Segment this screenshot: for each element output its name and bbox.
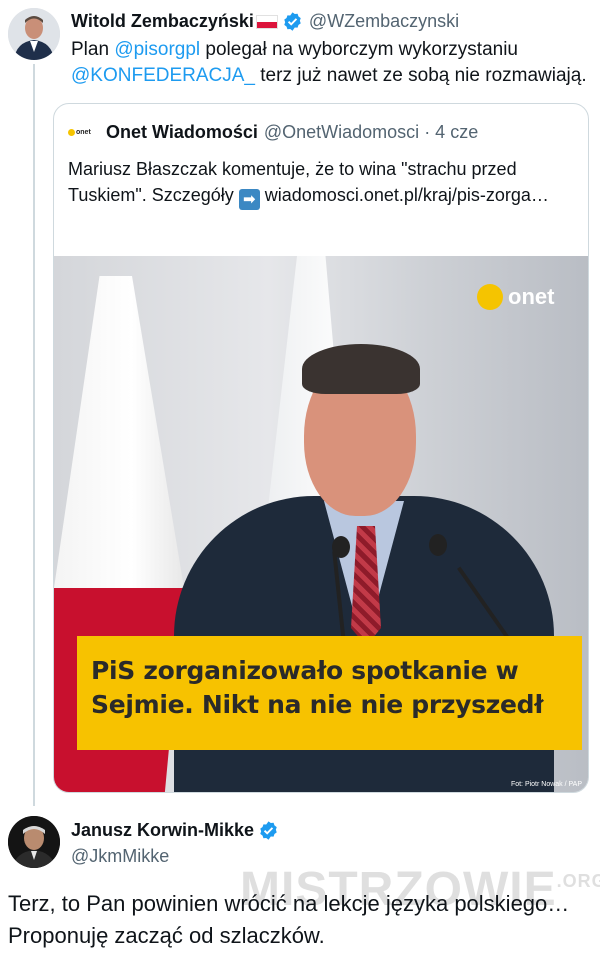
person-hair — [302, 344, 420, 394]
onet-avatar-label: onet — [76, 129, 91, 136]
author-handle[interactable]: @JkmMikke — [71, 846, 169, 867]
quoted-tweet-header: onet Onet Wiadomości @OnetWiadomosci · 4… — [68, 122, 478, 143]
avatar[interactable] — [8, 816, 60, 868]
article-image[interactable]: onet PiS zorganizowało spotkanie w Sejmi… — [54, 256, 588, 792]
author-handle[interactable]: @WZembaczynski — [309, 11, 459, 32]
tweet-text-part: polegał na wyborczym wykorzystaniu — [200, 39, 518, 60]
verified-badge-icon — [284, 11, 301, 31]
onet-dot-icon — [477, 284, 503, 310]
photo-credit: Fot: Piotr Nowak / PAP — [510, 781, 582, 788]
quoted-tweet-text: Mariusz Błaszczak komentuje, że to wina … — [68, 156, 568, 210]
author-name[interactable]: Janusz Korwin-Mikke — [71, 820, 254, 841]
tweet-text-part: terz już nawet ze sobą nie rozmawiają. — [255, 65, 587, 86]
tweet-header: Witold Zembaczyński @WZembaczynski — [71, 10, 459, 32]
quoted-link[interactable]: wiadomosci.onet.pl/kraj/pis-zorga… — [260, 185, 549, 205]
quoted-tweet-time: · 4 cze — [424, 122, 479, 142]
verified-badge-icon — [260, 821, 277, 840]
onet-logo-text: onet — [508, 284, 555, 309]
microphone-head — [429, 534, 447, 556]
tweet-text-part: Plan — [71, 39, 115, 60]
headline-banner: PiS zorganizowało spotkanie w Sejmie. Ni… — [77, 636, 582, 750]
avatar[interactable] — [8, 8, 60, 60]
tweet-header: Janusz Korwin-Mikke — [71, 820, 279, 841]
right-arrow-icon: ➡ — [238, 189, 260, 210]
thread-line — [33, 64, 35, 806]
quoted-author-name[interactable]: Onet Wiadomości — [106, 122, 258, 143]
poland-flag-icon — [255, 15, 278, 29]
onet-logo: onet — [477, 284, 554, 310]
author-name[interactable]: Witold Zembaczyński — [71, 11, 254, 32]
onet-avatar-icon: onet — [68, 124, 98, 142]
headline-line-1: PiS zorganizowało spotkanie w — [91, 656, 519, 685]
avatar-image — [8, 816, 60, 868]
quoted-tweet-card[interactable]: onet Onet Wiadomości @OnetWiadomosci · 4… — [53, 103, 589, 793]
microphone-head — [332, 536, 350, 558]
quoted-author-handle[interactable]: @OnetWiadomosci — [264, 122, 419, 143]
avatar-image — [8, 8, 60, 60]
mention-link[interactable]: @KONFEDERACJA_ — [71, 65, 255, 86]
mention-link[interactable]: @pisorgpl — [114, 39, 200, 60]
tweet-text: Terz, to Pan powinien wrócić na lekcje j… — [8, 891, 570, 948]
headline-line-2: Sejmie. Nikt na nie nie przyszedł — [91, 690, 544, 719]
tweet-text: Plan @pisorgpl polegał na wyborczym wyko… — [71, 37, 596, 89]
